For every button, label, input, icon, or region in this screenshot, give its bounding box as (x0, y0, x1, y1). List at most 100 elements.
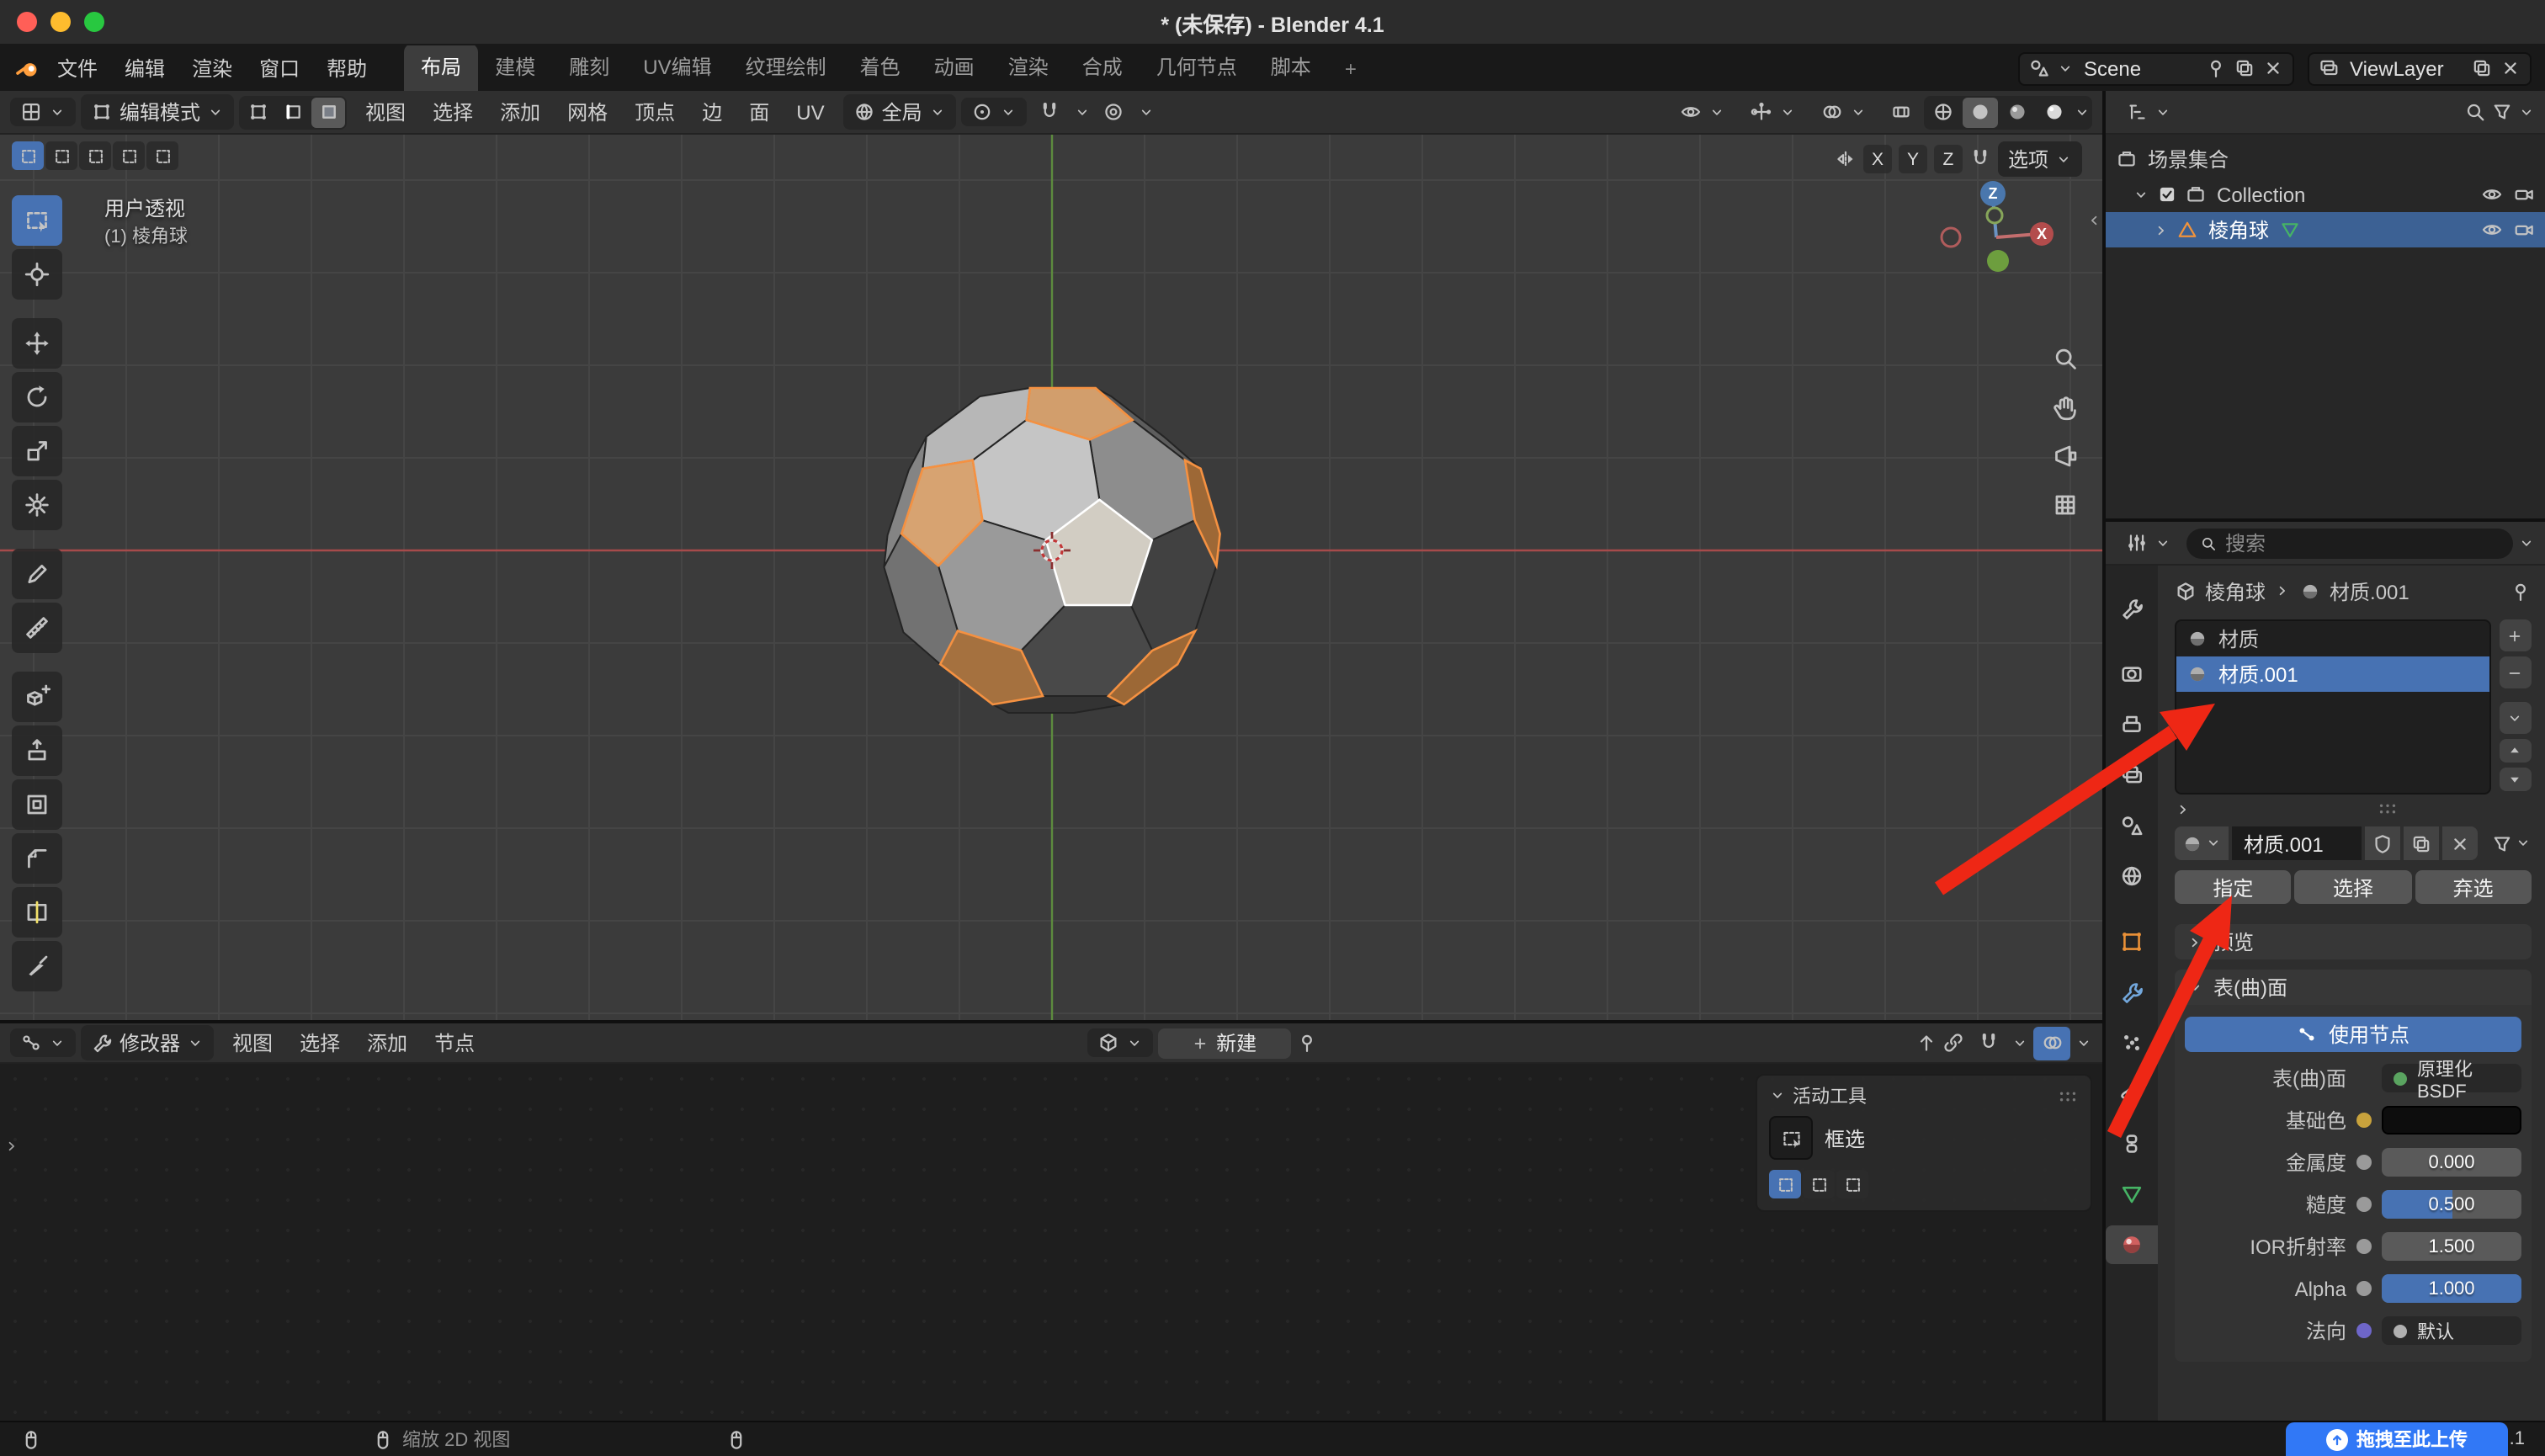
link-icon[interactable] (1942, 1032, 1964, 1054)
outliner-row-scene-collection[interactable]: 场景集合 (2106, 141, 2545, 177)
select-mode-option-1[interactable] (45, 141, 77, 170)
hide-in-viewport-icon[interactable] (2481, 219, 2503, 241)
browse-material-button[interactable] (2175, 826, 2229, 860)
tool-mode-option-2[interactable] (1836, 1170, 1868, 1198)
base-color-swatch[interactable] (2382, 1106, 2521, 1135)
pivot-dropdown[interactable] (961, 98, 1027, 126)
preview-panel-header[interactable]: 预览 (2175, 924, 2532, 959)
viewport-menu-6[interactable]: 面 (736, 93, 783, 131)
outliner-row-collection[interactable]: Collection (2106, 177, 2545, 212)
tool-mode-option-1[interactable] (1803, 1170, 1835, 1198)
editor-type-button[interactable] (10, 98, 76, 126)
particles-tab[interactable] (2109, 1023, 2154, 1062)
active-tool-thumb[interactable] (1769, 1116, 1813, 1160)
viewlayer-tab[interactable] (2109, 756, 2154, 794)
node-menu-3[interactable]: 节点 (421, 1023, 488, 1062)
modifier-tab[interactable] (2109, 973, 2154, 1012)
select-mode-option-3[interactable] (113, 141, 145, 170)
zoom-button[interactable] (2050, 343, 2079, 372)
scene-selector[interactable]: Scene (2018, 51, 2294, 85)
topbar-menu-3[interactable]: 窗口 (246, 49, 313, 88)
workspace-tab-2[interactable]: 雕刻 (552, 44, 626, 91)
workspace-tab-5[interactable]: 着色 (843, 44, 917, 91)
roughness-slider[interactable]: 0.500 (2382, 1190, 2521, 1219)
macos-close-button[interactable] (17, 12, 37, 32)
editor-type-button[interactable] (10, 1028, 76, 1057)
navigation-gizmo[interactable]: Z X (1937, 175, 2055, 293)
material-slot-1[interactable]: 材质.001 (2176, 656, 2489, 692)
camera-view-button[interactable] (2050, 441, 2079, 470)
vertex-select-button[interactable] (241, 97, 274, 127)
mirror-x-button[interactable]: X (1863, 145, 1892, 173)
drag-grip-icon[interactable] (2057, 1085, 2079, 1107)
node-group-selector[interactable] (1087, 1028, 1152, 1057)
viewport-menu-1[interactable]: 选择 (419, 93, 486, 131)
viewlayer-selector[interactable]: ViewLayer (2308, 51, 2532, 85)
world-tab[interactable] (2109, 857, 2154, 895)
gizmo-minus-x-axis[interactable] (1942, 228, 1960, 247)
fake-user-button[interactable] (2365, 826, 2400, 860)
mirror-z-button[interactable]: Z (1934, 145, 1963, 173)
rendered-shading-button[interactable] (2037, 97, 2072, 127)
unlink-material-button[interactable] (2442, 826, 2478, 860)
node-overlays-toggle[interactable] (2033, 1026, 2070, 1060)
select-mode-option-4[interactable] (146, 141, 178, 170)
topbar-menu-0[interactable]: 文件 (44, 49, 111, 88)
expand-icon[interactable] (2175, 800, 2192, 817)
visibility-dropdown[interactable] (1670, 98, 1735, 126)
pin-icon[interactable] (2205, 57, 2227, 79)
node-menu-0[interactable]: 视图 (219, 1023, 286, 1062)
deselect-button[interactable]: 弃选 (2415, 870, 2532, 904)
viewport-menu-3[interactable]: 网格 (554, 93, 621, 131)
toggle-ortho-button[interactable] (2050, 490, 2079, 518)
viewport-menu-0[interactable]: 视图 (352, 93, 419, 131)
scale-tool-button[interactable] (12, 426, 62, 476)
options-dropdown[interactable]: 选项 (1998, 141, 2082, 177)
workspace-tab-0[interactable]: 布局 (404, 44, 478, 91)
go-to-parent-icon[interactable] (1915, 1032, 1937, 1054)
macos-zoom-button[interactable] (84, 12, 104, 32)
solid-shading-button[interactable] (1963, 97, 1998, 127)
extrude-tool-button[interactable] (12, 725, 62, 776)
slot-move-up-button[interactable] (2499, 739, 2531, 763)
workspace-tab-3[interactable]: UV编辑 (626, 44, 728, 91)
normal-dropdown[interactable]: 默认 (2382, 1316, 2521, 1345)
constraint-tab[interactable] (2109, 1124, 2154, 1163)
edge-select-button[interactable] (276, 97, 310, 127)
object-tab[interactable] (2109, 922, 2154, 961)
upload-button[interactable]: 拖拽至此上传 (2286, 1422, 2508, 1456)
orientation-dropdown[interactable]: 全局 (843, 94, 956, 130)
pin-icon[interactable] (2510, 580, 2532, 602)
copy-icon[interactable] (2234, 57, 2255, 79)
overlays-dropdown[interactable] (1811, 98, 1877, 126)
workspace-tab-1[interactable]: 建模 (478, 44, 552, 91)
mode-dropdown[interactable]: 编辑模式 (81, 94, 234, 130)
node-menu-1[interactable]: 选择 (286, 1023, 353, 1062)
new-node-tree-button[interactable]: 新建 (1157, 1028, 1290, 1058)
resize-grip-icon[interactable] (2377, 798, 2399, 820)
workspace-tab-4[interactable]: 纹理绘制 (729, 44, 843, 91)
filter-icon[interactable] (2491, 101, 2513, 123)
node-snap-toggle[interactable] (1969, 1026, 2006, 1060)
editor-type-button[interactable] (2116, 529, 2181, 557)
workspace-tab-8[interactable]: 合成 (1065, 44, 1140, 91)
workspace-tab-7[interactable]: 渲染 (991, 44, 1065, 91)
snap-dropdown-icon[interactable] (1074, 104, 1091, 120)
active-tool-panel-header[interactable]: 活动工具 (1769, 1082, 2079, 1109)
use-nodes-button[interactable]: 使用节点 (2185, 1017, 2521, 1052)
alpha-slider[interactable]: 1.000 (2382, 1274, 2521, 1303)
tool-tab[interactable] (2109, 589, 2154, 628)
select-mode-option-2[interactable] (79, 141, 111, 170)
slot-move-down-button[interactable] (2499, 768, 2531, 791)
falloff-dropdown-icon[interactable] (1138, 104, 1155, 120)
disable-in-render-icon[interactable] (2513, 183, 2535, 205)
loop-cut-tool-button[interactable] (12, 887, 62, 938)
toolbar-expand-icon[interactable] (3, 1138, 20, 1155)
sidebar-collapse-icon[interactable] (2085, 212, 2102, 229)
data-tab[interactable] (2109, 1175, 2154, 1214)
topbar-menu-4[interactable]: 帮助 (313, 49, 380, 88)
workspace-tab-6[interactable]: 动画 (917, 44, 991, 91)
knife-tool-button[interactable] (12, 941, 62, 991)
topbar-menu-2[interactable]: 渲染 (178, 49, 246, 88)
add-slot-button[interactable] (2499, 619, 2531, 651)
